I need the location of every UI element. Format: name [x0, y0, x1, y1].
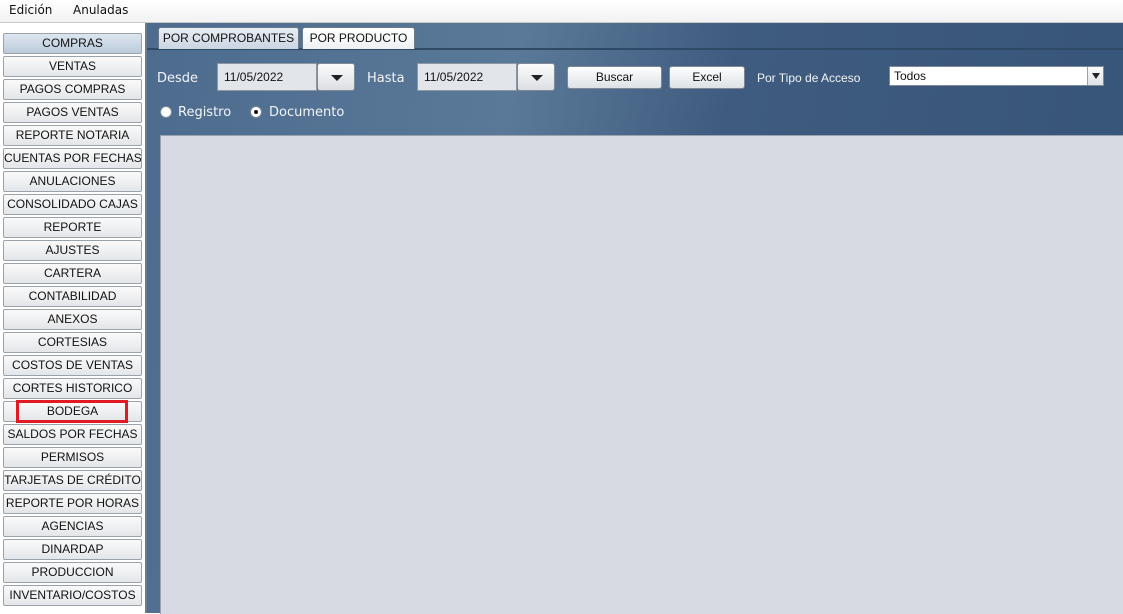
sidebar-item-agencias[interactable]: AGENCIAS — [3, 516, 142, 537]
sidebar-item-anulaciones[interactable]: ANULACIONES — [3, 171, 142, 192]
tipo-acceso-select[interactable]: Todos — [889, 66, 1104, 86]
sidebar-item-ajustes[interactable]: AJUSTES — [3, 240, 142, 261]
sidebar-item-costos-de-ventas[interactable]: COSTOS DE VENTAS — [3, 355, 142, 376]
tipo-acceso-label: Por Tipo de Acceso — [757, 71, 861, 85]
documento-radio-label: Documento — [269, 105, 345, 120]
chevron-down-icon — [331, 75, 343, 81]
sidebar-item-contabilidad[interactable]: CONTABILIDAD — [3, 286, 142, 307]
chevron-down-icon — [531, 75, 543, 81]
menu-edicion[interactable]: Edición — [9, 3, 52, 17]
menu-anuladas[interactable]: Anuladas — [73, 3, 128, 17]
desde-date-field[interactable]: 11/05/2022 — [217, 63, 317, 91]
sidebar-item-produccion[interactable]: PRODUCCION — [3, 562, 142, 583]
documento-radio[interactable] — [250, 106, 262, 118]
tab-por-comprobantes[interactable]: POR COMPROBANTES — [158, 27, 299, 49]
menu-bar: Edición Anuladas — [0, 0, 1123, 23]
sidebar-item-reporte-notaria[interactable]: REPORTE NOTARIA — [3, 125, 142, 146]
sidebar-item-dinardap[interactable]: DINARDAP — [3, 539, 142, 560]
sidebar-item-reporte-por-horas[interactable]: REPORTE POR HORAS — [3, 493, 142, 514]
sidebar-item-cortes-historico[interactable]: CORTES HISTORICO — [3, 378, 142, 399]
select-arrow[interactable] — [1087, 67, 1103, 85]
registro-radio[interactable] — [160, 106, 172, 118]
sidebar: COMPRAS VENTAS PAGOS COMPRAS PAGOS VENTA… — [0, 23, 145, 613]
sidebar-item-cortesias[interactable]: CORTESIAS — [3, 332, 142, 353]
excel-button[interactable]: Excel — [669, 66, 745, 89]
sidebar-item-tarjetas-de-credito[interactable]: TARJETAS DE CRÉDITO — [3, 470, 142, 491]
sidebar-item-inventario-costos[interactable]: INVENTARIO/COSTOS — [3, 585, 142, 606]
sidebar-item-ventas[interactable]: VENTAS — [3, 56, 142, 77]
desde-dropdown-button[interactable] — [317, 63, 355, 91]
sidebar-item-permisos[interactable]: PERMISOS — [3, 447, 142, 468]
sidebar-item-anexos[interactable]: ANEXOS — [3, 309, 142, 330]
sidebar-item-pagos-ventas[interactable]: PAGOS VENTAS — [3, 102, 142, 123]
results-area — [160, 135, 1123, 614]
sidebar-item-cartera[interactable]: CARTERA — [3, 263, 142, 284]
buscar-button[interactable]: Buscar — [567, 66, 662, 89]
tipo-acceso-value: Todos — [894, 69, 927, 83]
sidebar-item-compras[interactable]: COMPRAS — [3, 33, 142, 54]
sidebar-item-bodega[interactable]: BODEGA — [3, 401, 142, 422]
desde-label: Desde — [157, 71, 199, 86]
hasta-dropdown-button[interactable] — [517, 63, 555, 91]
sidebar-item-reporte[interactable]: REPORTE — [3, 217, 142, 238]
sidebar-item-cuentas-por-fechas[interactable]: CUENTAS POR FECHAS — [3, 148, 142, 169]
sidebar-item-pagos-compras[interactable]: PAGOS COMPRAS — [3, 79, 142, 100]
radio-selected-dot — [254, 110, 258, 114]
hasta-label: Hasta — [367, 71, 405, 86]
sidebar-item-saldos-por-fechas[interactable]: SALDOS POR FECHAS — [3, 424, 142, 445]
chevron-down-icon — [1092, 73, 1100, 79]
sidebar-item-consolidado-cajas[interactable]: CONSOLIDADO CAJAS — [3, 194, 142, 215]
main-panel: POR COMPROBANTES POR PRODUCTO Desde 11/0… — [147, 23, 1123, 614]
tab-por-producto[interactable]: POR PRODUCTO — [302, 27, 415, 49]
registro-radio-label: Registro — [178, 105, 232, 120]
hasta-date-field[interactable]: 11/05/2022 — [417, 63, 517, 91]
